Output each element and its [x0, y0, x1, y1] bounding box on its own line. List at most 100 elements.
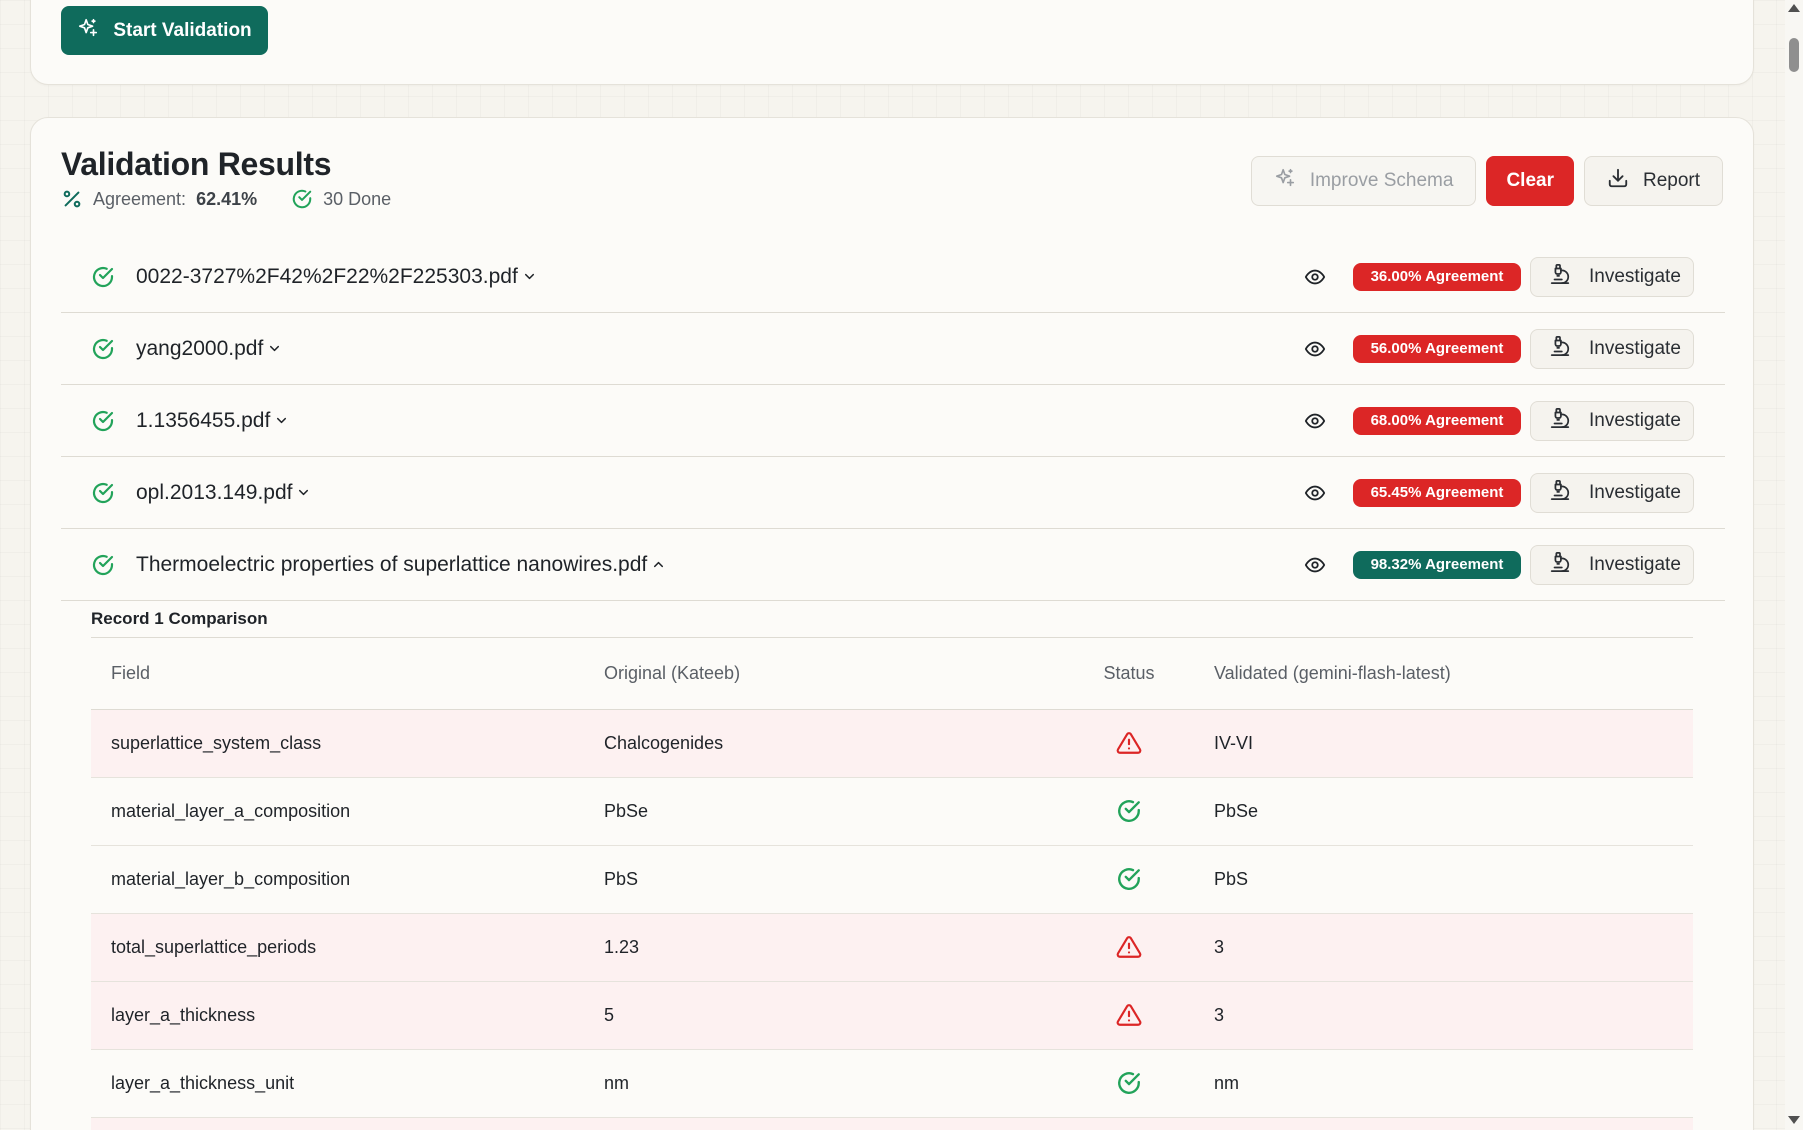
- original-cell: 1.23: [584, 913, 1064, 982]
- percent-icon: [61, 188, 83, 210]
- report-label: Report: [1642, 170, 1700, 191]
- original-cell: PbSe: [584, 777, 1064, 846]
- check-circle-icon: [91, 337, 115, 361]
- investigate-button[interactable]: Investigate: [1530, 544, 1694, 585]
- results-summary: Agreement: 62.41% 30 Done: [61, 188, 391, 210]
- chevron-down-icon: [274, 413, 289, 428]
- sparkles-icon: [77, 17, 99, 45]
- table-row: material_layer_b_composition PbS PbS: [91, 845, 1693, 914]
- eye-icon[interactable]: [1304, 338, 1326, 360]
- investigate-label: Investigate: [1589, 553, 1681, 575]
- eye-icon[interactable]: [1304, 482, 1326, 504]
- investigate-button[interactable]: Investigate: [1530, 256, 1694, 297]
- original-cell: Chalcogenides: [584, 709, 1064, 778]
- chevron-down-icon: [296, 485, 311, 500]
- validation-results-card: Validation Results Agreement: 62.41% 30 …: [30, 117, 1754, 1130]
- check-circle-icon: [91, 553, 115, 577]
- field-cell: superlattice_system_class: [91, 709, 584, 778]
- file-row[interactable]: yang2000.pdf 56.00% Agreement Investigat…: [61, 313, 1725, 385]
- validated-cell: IV-VI: [1194, 709, 1693, 778]
- improve-schema-label: Improve Schema: [1309, 170, 1454, 191]
- investigate-button[interactable]: Investigate: [1530, 472, 1694, 513]
- check-circle-icon: [1116, 1072, 1142, 1094]
- investigate-button[interactable]: Investigate: [1530, 328, 1694, 369]
- file-name: 0022-3727%2F42%2F22%2F225303.pdf: [136, 264, 518, 288]
- field-cell: layer_a_thickness_unit: [91, 1049, 584, 1118]
- chevron-down-icon: [522, 269, 537, 284]
- scroll-up-arrow-icon[interactable]: [1788, 4, 1800, 12]
- agreement-badge: 68.00% Agreement: [1353, 406, 1521, 435]
- table-row: [91, 1117, 1693, 1130]
- file-name: Thermoelectric properties of superlattic…: [136, 552, 648, 576]
- table-header-row: Field Original (Kateeb) Status Validated…: [91, 638, 1693, 710]
- field-cell: material_layer_a_composition: [91, 777, 584, 846]
- warning-triangle-icon: [1116, 732, 1142, 754]
- column-header-validated: Validated (gemini-flash-latest): [1194, 638, 1693, 710]
- scrollbar[interactable]: [1785, 0, 1803, 1130]
- eye-icon[interactable]: [1304, 266, 1326, 288]
- field-cell: [91, 1117, 584, 1130]
- status-cell: [1064, 777, 1194, 846]
- agreement-badge: 65.45% Agreement: [1353, 478, 1521, 507]
- table-row: superlattice_system_class Chalcogenides IV…: [91, 709, 1693, 778]
- status-cell: [1064, 981, 1194, 1050]
- field-cell: layer_a_thickness: [91, 981, 584, 1050]
- validation-setup-card: Start Validation: [30, 0, 1754, 85]
- check-circle-icon: [91, 409, 115, 433]
- table-row: total_superlattice_periods 1.23 3: [91, 913, 1693, 982]
- field-cell: total_superlattice_periods: [91, 913, 584, 982]
- chevron-up-icon: [651, 557, 666, 572]
- file-row[interactable]: Thermoelectric properties of superlattic…: [61, 529, 1725, 601]
- file-name: yang2000.pdf: [136, 336, 264, 360]
- record-comparison: Record 1 Comparison Field Original (Kate…: [91, 600, 1693, 1130]
- warning-triangle-icon: [1116, 936, 1142, 958]
- file-list: 0022-3727%2F42%2F22%2F225303.pdf 36.00% …: [61, 241, 1725, 601]
- results-actions: Improve Schema Clear Report: [1250, 156, 1723, 206]
- file-name-toggle[interactable]: yang2000.pdf: [136, 337, 282, 361]
- status-cell: [1064, 913, 1194, 982]
- column-header-original: Original (Kateeb): [584, 638, 1064, 710]
- original-cell: [584, 1117, 1064, 1130]
- file-name-toggle[interactable]: 0022-3727%2F42%2F22%2F225303.pdf: [136, 265, 537, 289]
- table-row: material_layer_a_composition PbSe PbSe: [91, 777, 1693, 846]
- report-button[interactable]: Report: [1583, 156, 1723, 206]
- column-header-field: Field: [91, 638, 584, 710]
- scroll-down-arrow-icon[interactable]: [1788, 1116, 1800, 1124]
- validated-cell: nm: [1194, 1049, 1693, 1118]
- check-circle-icon: [91, 481, 115, 505]
- agreement-badge: 98.32% Agreement: [1353, 550, 1521, 579]
- file-row[interactable]: opl.2013.149.pdf 65.45% Agreement Invest…: [61, 457, 1725, 529]
- microscope-icon: [1549, 407, 1571, 435]
- file-name-toggle[interactable]: opl.2013.149.pdf: [136, 481, 311, 505]
- file-name-toggle[interactable]: Thermoelectric properties of superlattic…: [136, 553, 666, 577]
- validated-cell: PbSe: [1194, 777, 1693, 846]
- check-circle-icon: [1116, 800, 1142, 822]
- improve-schema-button[interactable]: Improve Schema: [1250, 156, 1477, 206]
- validated-cell: 3: [1194, 913, 1693, 982]
- clear-button[interactable]: Clear: [1486, 156, 1574, 206]
- microscope-icon: [1549, 551, 1571, 579]
- start-validation-button[interactable]: Start Validation: [61, 6, 268, 55]
- eye-icon[interactable]: [1304, 410, 1326, 432]
- original-cell: 5: [584, 981, 1064, 1050]
- agreement-badge: 56.00% Agreement: [1353, 334, 1521, 363]
- eye-icon[interactable]: [1304, 554, 1326, 576]
- file-name: opl.2013.149.pdf: [136, 480, 293, 504]
- microscope-icon: [1549, 479, 1571, 507]
- column-header-status: Status: [1064, 638, 1194, 710]
- investigate-label: Investigate: [1589, 409, 1681, 431]
- validated-cell: PbS: [1194, 845, 1693, 914]
- check-circle-icon: [91, 265, 115, 289]
- scroll-thumb[interactable]: [1789, 38, 1799, 72]
- agreement-label: Agreement:: [93, 188, 187, 209]
- file-name-toggle[interactable]: 1.1356455.pdf: [136, 409, 289, 433]
- file-row[interactable]: 0022-3727%2F42%2F22%2F225303.pdf 36.00% …: [61, 241, 1725, 313]
- file-row[interactable]: 1.1356455.pdf 68.00% Agreement Investiga…: [61, 385, 1725, 457]
- done-count: 30 Done: [323, 188, 392, 209]
- status-cell: [1064, 1049, 1194, 1118]
- status-cell: [1064, 1117, 1194, 1130]
- investigate-button[interactable]: Investigate: [1530, 400, 1694, 441]
- original-cell: nm: [584, 1049, 1064, 1118]
- table-row: layer_a_thickness_unit nm nm: [91, 1049, 1693, 1118]
- sparkles-icon: [1274, 167, 1296, 195]
